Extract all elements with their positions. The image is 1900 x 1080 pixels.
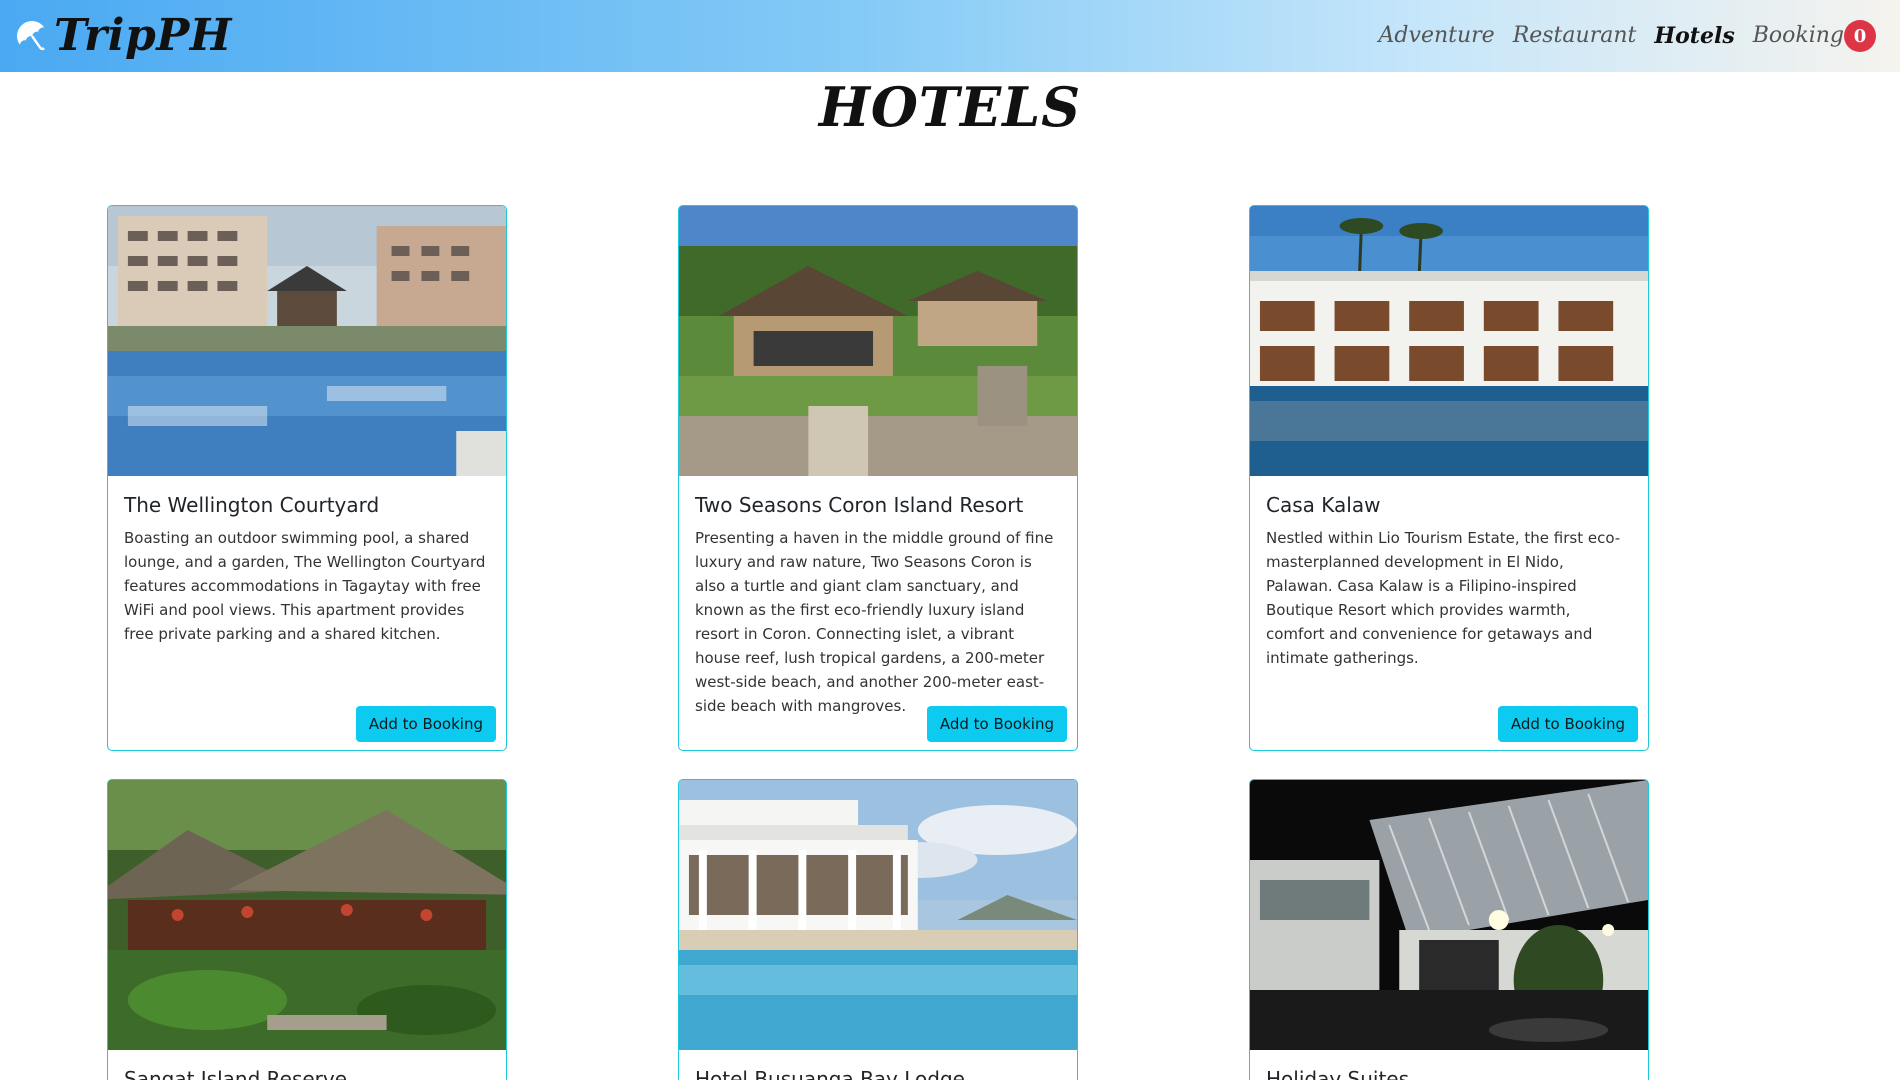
hotel-card: Hotel Busuanga Bay Lodge	[678, 779, 1078, 1080]
hotel-image-busuanga	[679, 780, 1077, 1050]
add-to-booking-button[interactable]: Add to Booking	[355, 706, 496, 742]
hotel-description: Boasting an outdoor swimming pool, a sha…	[124, 529, 486, 643]
hotel-image-wellington	[108, 206, 506, 476]
hotel-name: Casa Kalaw	[1266, 493, 1381, 517]
add-to-booking-button[interactable]: Add to Booking	[1497, 706, 1638, 742]
nav-restaurant-link[interactable]: Restaurant	[1513, 25, 1637, 47]
hotel-card: Casa Kalaw Nestled within Lio Tourism Es…	[1249, 205, 1649, 751]
hotel-card: Sangat Island Reserve	[107, 779, 507, 1080]
nav-hotels-link[interactable]: Hotels	[1654, 25, 1734, 47]
hotel-card-body: Holiday Suites	[1250, 1050, 1648, 1080]
umbrella-icon	[17, 21, 45, 51]
hotel-card-body: Casa Kalaw Nestled within Lio Tourism Es…	[1250, 476, 1648, 750]
hotel-name: Two Seasons Coron Island Resort	[695, 493, 1024, 517]
hotel-card: The Wellington Courtyard Boasting an out…	[107, 205, 507, 751]
navbar: TripPH Adventure Restaurant Hotels Booki…	[0, 0, 1900, 72]
brand-name: TripPH	[54, 10, 232, 61]
hotel-grid: The Wellington Courtyard Boasting an out…	[0, 0, 1900, 1080]
hotel-image-sangat	[108, 780, 506, 1050]
brand-logo-link[interactable]: TripPH	[14, 14, 232, 58]
nav-booking-link[interactable]: Booking	[1753, 25, 1844, 47]
hotel-card: Two Seasons Coron Island Resort Presenti…	[678, 205, 1078, 751]
nav-adventure-link[interactable]: Adventure	[1379, 25, 1495, 47]
add-to-booking-button[interactable]: Add to Booking	[926, 706, 1067, 742]
hotel-description: Nestled within Lio Tourism Estate, the f…	[1266, 529, 1621, 667]
hotel-name: The Wellington Courtyard	[124, 493, 380, 517]
nav-booking-group[interactable]: Booking 0	[1753, 20, 1876, 52]
booking-count-badge: 0	[1844, 20, 1876, 52]
hotel-card: Holiday Suites	[1249, 779, 1649, 1080]
hotel-card-body: Two Seasons Coron Island Resort Presenti…	[679, 476, 1077, 750]
hotel-image-two-seasons	[679, 206, 1077, 476]
hotel-card-body: Sangat Island Reserve	[108, 1050, 506, 1080]
hotel-description: Presenting a haven in the middle ground …	[695, 529, 1054, 715]
hotel-image-holiday-suites	[1250, 780, 1648, 1050]
hotel-image-casa-kalaw	[1250, 206, 1648, 476]
hotel-card-body: Hotel Busuanga Bay Lodge	[679, 1050, 1077, 1080]
hotel-name: Holiday Suites	[1266, 1067, 1410, 1080]
hotel-name: Hotel Busuanga Bay Lodge	[695, 1067, 965, 1080]
hotel-card-body: The Wellington Courtyard Boasting an out…	[108, 476, 506, 750]
hotel-name: Sangat Island Reserve	[124, 1067, 348, 1080]
nav-links: Adventure Restaurant Hotels Booking 0	[1379, 20, 1876, 52]
